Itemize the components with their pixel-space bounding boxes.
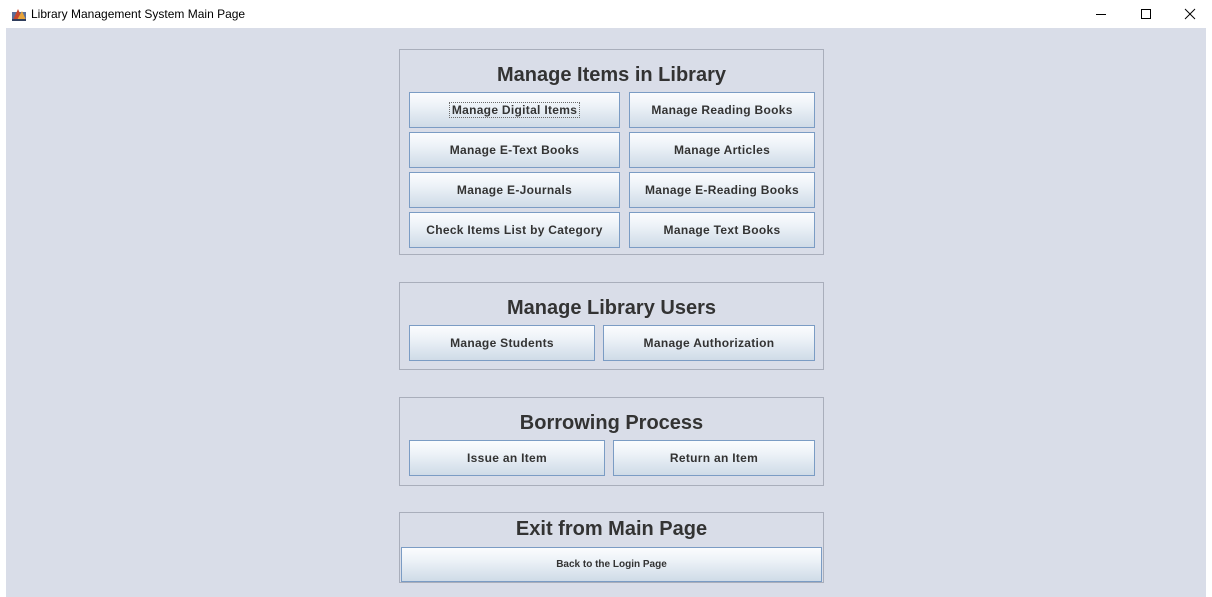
manage-ejournals-button[interactable]: Manage E-Journals bbox=[409, 172, 620, 208]
manage-digital-items-label: Manage Digital Items bbox=[448, 102, 581, 118]
manage-text-books-button[interactable]: Manage Text Books bbox=[629, 212, 815, 248]
close-button[interactable] bbox=[1168, 0, 1212, 28]
manage-reading-books-button[interactable]: Manage Reading Books bbox=[629, 92, 815, 128]
manage-etext-books-label: Manage E-Text Books bbox=[449, 143, 580, 157]
borrowing-process-title: Borrowing Process bbox=[519, 412, 704, 434]
return-item-label: Return an Item bbox=[669, 451, 759, 465]
manage-items-panel: Manage Items in Library Manage Digital I… bbox=[399, 49, 824, 255]
exit-title: Exit from Main Page bbox=[515, 518, 708, 540]
maximize-button[interactable] bbox=[1124, 0, 1168, 28]
manage-authorization-label: Manage Authorization bbox=[643, 336, 775, 350]
minimize-button[interactable] bbox=[1079, 0, 1123, 28]
return-item-button[interactable]: Return an Item bbox=[613, 440, 815, 476]
manage-etext-books-button[interactable]: Manage E-Text Books bbox=[409, 132, 620, 168]
issue-item-label: Issue an Item bbox=[467, 451, 547, 465]
manage-ereading-books-button[interactable]: Manage E-Reading Books bbox=[629, 172, 815, 208]
minimize-icon bbox=[1096, 14, 1106, 15]
manage-authorization-button[interactable]: Manage Authorization bbox=[603, 325, 815, 361]
check-items-by-category-button[interactable]: Check Items List by Category bbox=[409, 212, 620, 248]
java-app-icon bbox=[11, 6, 27, 22]
manage-text-books-label: Manage Text Books bbox=[663, 223, 781, 237]
manage-users-panel: Manage Library Users Manage Students Man… bbox=[399, 282, 824, 370]
exit-panel: Exit from Main Page Back to the Login Pa… bbox=[399, 512, 824, 583]
window-title: Library Management System Main Page bbox=[31, 7, 246, 21]
manage-reading-books-label: Manage Reading Books bbox=[651, 103, 793, 117]
window-titlebar[interactable]: Library Management System Main Page bbox=[0, 0, 1212, 28]
manage-users-title: Manage Library Users bbox=[507, 297, 716, 319]
back-to-login-button[interactable]: Back to the Login Page bbox=[401, 547, 822, 582]
manage-students-label: Manage Students bbox=[450, 336, 554, 350]
issue-item-button[interactable]: Issue an Item bbox=[409, 440, 605, 476]
manage-ejournals-label: Manage E-Journals bbox=[456, 183, 573, 197]
close-icon bbox=[1184, 8, 1196, 20]
maximize-icon bbox=[1141, 9, 1151, 19]
main-content-area: Manage Items in Library Manage Digital I… bbox=[6, 28, 1206, 597]
manage-articles-label: Manage Articles bbox=[673, 143, 771, 157]
back-to-login-label: Back to the Login Page bbox=[556, 559, 667, 570]
manage-students-button[interactable]: Manage Students bbox=[409, 325, 595, 361]
borrowing-process-panel: Borrowing Process Issue an Item Return a… bbox=[399, 397, 824, 486]
manage-digital-items-button[interactable]: Manage Digital Items bbox=[409, 92, 620, 128]
manage-items-title: Manage Items in Library bbox=[497, 64, 726, 86]
manage-articles-button[interactable]: Manage Articles bbox=[629, 132, 815, 168]
check-items-by-category-label: Check Items List by Category bbox=[426, 223, 603, 237]
manage-ereading-books-label: Manage E-Reading Books bbox=[645, 183, 799, 197]
